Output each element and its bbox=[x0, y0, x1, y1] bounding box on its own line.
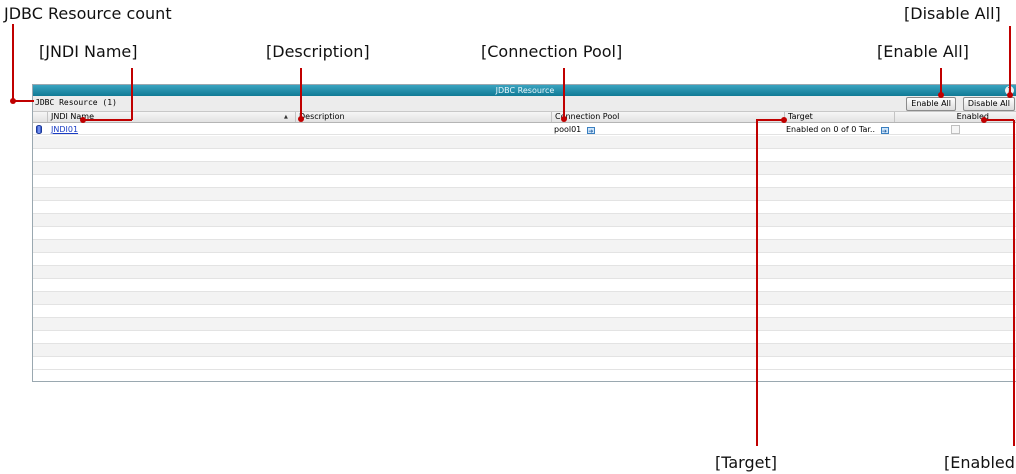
database-icon bbox=[36, 125, 42, 134]
jndi-name-link[interactable]: JNDI01 bbox=[51, 123, 78, 136]
leader-pool-vertical bbox=[563, 68, 565, 120]
panel-title: JDBC Resource bbox=[495, 86, 555, 95]
disable-all-button[interactable]: Disable All bbox=[962, 97, 1015, 111]
empty-table-row bbox=[33, 214, 1016, 227]
leader-disable-all-vertical bbox=[1009, 26, 1011, 94]
leader-target-vertical bbox=[756, 120, 758, 446]
target-cell: Enabled on 0 of 0 Tar.. ➔ bbox=[786, 123, 889, 136]
leader-enable-all-dot bbox=[938, 92, 944, 98]
leader-count-vertical bbox=[12, 24, 14, 101]
callout-resource-count: JDBC Resource count bbox=[4, 4, 172, 23]
empty-table-row bbox=[33, 253, 1016, 266]
empty-table-row bbox=[33, 175, 1016, 188]
leader-description-vertical bbox=[300, 68, 302, 120]
empty-table-row bbox=[33, 201, 1016, 214]
callout-jndi-name: [JNDI Name] bbox=[39, 42, 138, 61]
open-pool-icon[interactable]: ➔ bbox=[586, 127, 595, 135]
empty-table-row bbox=[33, 318, 1016, 331]
leader-jndi-vertical bbox=[131, 68, 133, 120]
callout-target: [Target] bbox=[715, 453, 777, 472]
leader-enable-all-vertical bbox=[940, 68, 942, 94]
empty-table-row bbox=[33, 305, 1016, 318]
empty-table-row bbox=[33, 136, 1016, 149]
target-value: Enabled on 0 of 0 Tar.. bbox=[786, 125, 876, 134]
enable-all-button[interactable]: Enable All bbox=[906, 97, 956, 111]
callout-enable-all: [Enable All] bbox=[877, 42, 969, 61]
column-header-connection-pool[interactable]: Connection Pool bbox=[551, 112, 784, 122]
empty-table-row bbox=[33, 266, 1016, 279]
jdbc-resource-panel: JDBC Resource ? JDBC Resource (1) Enable… bbox=[32, 84, 1016, 382]
leader-jndi-horizontal bbox=[82, 119, 132, 121]
callout-description: [Description] bbox=[266, 42, 370, 61]
table-header: JNDI Name ▲ Description Connection Pool … bbox=[33, 112, 1016, 123]
table-row: JNDI01 pool01 ➔ Enabled on 0 of 0 Tar.. … bbox=[33, 123, 1016, 135]
leader-disable-all-dot bbox=[1007, 92, 1013, 98]
empty-table-row bbox=[33, 344, 1016, 357]
callout-enabled: [Enabled] bbox=[944, 453, 1016, 472]
leader-enabled-vertical bbox=[1013, 120, 1015, 446]
open-target-icon[interactable]: ➔ bbox=[880, 127, 889, 135]
leader-description-dot bbox=[298, 116, 304, 122]
column-header-target[interactable]: Target bbox=[784, 112, 894, 122]
column-header-description[interactable]: Description bbox=[295, 112, 551, 122]
empty-table-row bbox=[33, 331, 1016, 344]
resource-count-label: JDBC Resource (1) bbox=[35, 98, 117, 107]
empty-table-row bbox=[33, 227, 1016, 240]
empty-table-row bbox=[33, 188, 1016, 201]
empty-table-row bbox=[33, 162, 1016, 175]
empty-table-row bbox=[33, 149, 1016, 162]
connection-pool-cell: pool01 ➔ bbox=[554, 123, 595, 136]
enabled-checkbox[interactable] bbox=[951, 125, 960, 134]
empty-table-row bbox=[33, 279, 1016, 292]
leader-enabled-horizontal bbox=[984, 119, 1014, 121]
empty-table-row bbox=[33, 357, 1016, 370]
leader-enabled-dot bbox=[981, 117, 987, 123]
panel-title-bar: JDBC Resource ? bbox=[33, 85, 1016, 96]
callout-connection-pool: [Connection Pool] bbox=[481, 42, 623, 61]
callout-disable-all: [Disable All] bbox=[904, 4, 1001, 23]
empty-table-row bbox=[33, 292, 1016, 305]
sort-ascending-icon: ▲ bbox=[284, 114, 288, 120]
leader-count-dot bbox=[10, 98, 16, 104]
connection-pool-value: pool01 bbox=[554, 125, 582, 134]
leader-target-dot bbox=[781, 117, 787, 123]
leader-target-horizontal bbox=[756, 119, 784, 121]
leader-pool-dot bbox=[561, 116, 567, 122]
toolbar: JDBC Resource (1) Enable All Disable All bbox=[33, 96, 1016, 112]
empty-table-row bbox=[33, 240, 1016, 253]
leader-jndi-dot bbox=[80, 117, 86, 123]
